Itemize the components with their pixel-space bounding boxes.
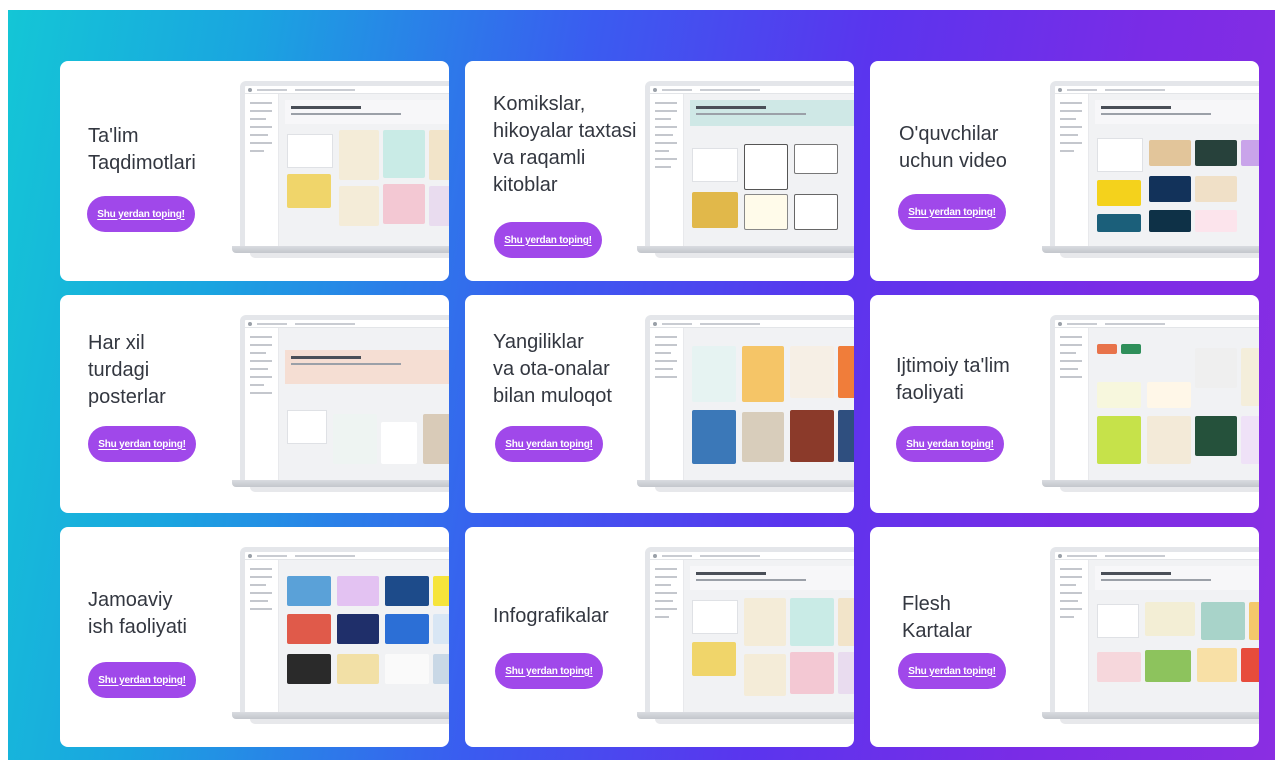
find-here-button[interactable]: Shu yerdan toping! [88, 426, 196, 462]
laptop-mockup-icon [1042, 547, 1259, 725]
find-here-button[interactable]: Shu yerdan toping! [495, 653, 603, 689]
card-jamoaviy-ish[interactable]: Jamoaviy ish faoliyati Shu yerdan toping… [60, 527, 449, 747]
card-grid: Ta'lim Taqdimotlari Shu yerdan toping! K… [60, 61, 1259, 749]
card-title: Flesh Kartalar [902, 593, 973, 642]
find-here-button[interactable]: Shu yerdan toping! [494, 222, 602, 258]
gradient-background: Ta'lim Taqdimotlari Shu yerdan toping! K… [8, 10, 1275, 760]
card-talim-taqdimotlari[interactable]: Ta'lim Taqdimotlari Shu yerdan toping! [60, 61, 449, 281]
card-posterlar[interactable]: Har xil turdagi posterlar Shu yerdan top… [60, 295, 449, 513]
find-here-button[interactable]: Shu yerdan toping! [495, 426, 603, 462]
card-title: O'quvchilar uchun video [899, 123, 1007, 172]
laptop-mockup-icon [637, 81, 854, 259]
card-flesh-kartalar[interactable]: Flesh Kartalar Shu yerdan toping! [870, 527, 1259, 747]
find-here-button[interactable]: Shu yerdan toping! [88, 662, 196, 698]
card-title: Har xil turdagi posterlar [88, 332, 166, 408]
card-title: Ta'lim Taqdimotlari [88, 125, 196, 174]
card-title: Infografikalar [493, 605, 609, 627]
find-here-button[interactable]: Shu yerdan toping! [896, 426, 1004, 462]
find-here-button[interactable]: Shu yerdan toping! [87, 196, 195, 232]
card-komikslar[interactable]: Komikslar, hikoyalar taxtasi va raqamli … [465, 61, 854, 281]
card-ijtimoiy-talim[interactable]: Ijtimoiy ta'lim faoliyati Shu yerdan top… [870, 295, 1259, 513]
find-here-button[interactable]: Shu yerdan toping! [898, 653, 1006, 689]
laptop-mockup-icon [637, 547, 854, 725]
card-oquvchilar-video[interactable]: O'quvchilar uchun video Shu yerdan topin… [870, 61, 1259, 281]
card-infografikalar[interactable]: Infografikalar Shu yerdan toping! [465, 527, 854, 747]
laptop-mockup-icon [232, 81, 449, 259]
laptop-mockup-icon [1042, 315, 1259, 493]
laptop-mockup-icon [232, 315, 449, 493]
laptop-mockup-icon [1042, 81, 1259, 259]
laptop-mockup-icon [232, 547, 449, 725]
card-yangiliklar[interactable]: Yangiliklar va ota-onalar bilan muloqot … [465, 295, 854, 513]
laptop-mockup-icon [637, 315, 854, 493]
card-title: Komikslar, hikoyalar taxtasi va raqamli … [493, 93, 637, 196]
card-title: Ijtimoiy ta'lim faoliyati [896, 355, 1010, 404]
card-title: Yangiliklar va ota-onalar bilan muloqot [493, 331, 612, 407]
card-title: Jamoaviy ish faoliyati [88, 589, 187, 638]
find-here-button[interactable]: Shu yerdan toping! [898, 194, 1006, 230]
